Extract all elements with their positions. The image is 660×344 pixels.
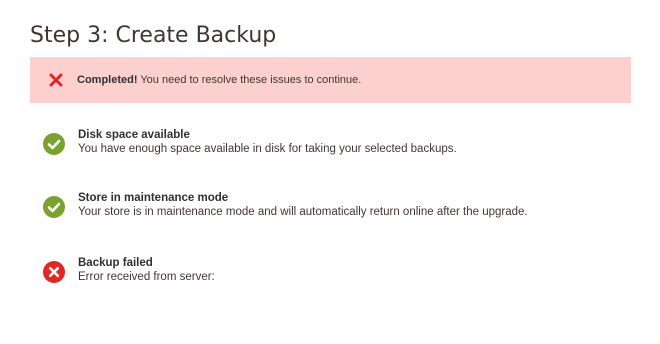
check-description: Your store is in maintenance mode and wi… <box>78 206 528 218</box>
check-disk-space: Disk space available You have enough spa… <box>43 128 457 168</box>
alert-strong-text: Completed! <box>77 74 138 86</box>
check-description: You have enough space available in disk … <box>78 143 457 155</box>
error-circle-icon <box>43 261 65 283</box>
x-icon <box>49 73 63 87</box>
error-alert: Completed! You need to resolve these iss… <box>30 57 631 103</box>
check-circle-icon <box>43 133 65 155</box>
page: Step 3: Create Backup Completed! You nee… <box>0 0 660 344</box>
check-circle-icon <box>43 196 65 218</box>
check-backup-failed: Backup failed Error received from server… <box>43 256 343 296</box>
alert-body-text: You need to resolve these issues to cont… <box>137 74 362 86</box>
check-description: Error received from server: <box>78 271 215 283</box>
check-title: Store in maintenance mode <box>78 192 229 204</box>
alert-message: Completed! You need to resolve these iss… <box>77 74 361 86</box>
page-title: Step 3: Create Backup <box>30 23 277 48</box>
check-title: Backup failed <box>78 257 153 269</box>
check-title: Disk space available <box>78 129 190 141</box>
check-maintenance-mode: Store in maintenance mode Your store is … <box>43 191 528 231</box>
